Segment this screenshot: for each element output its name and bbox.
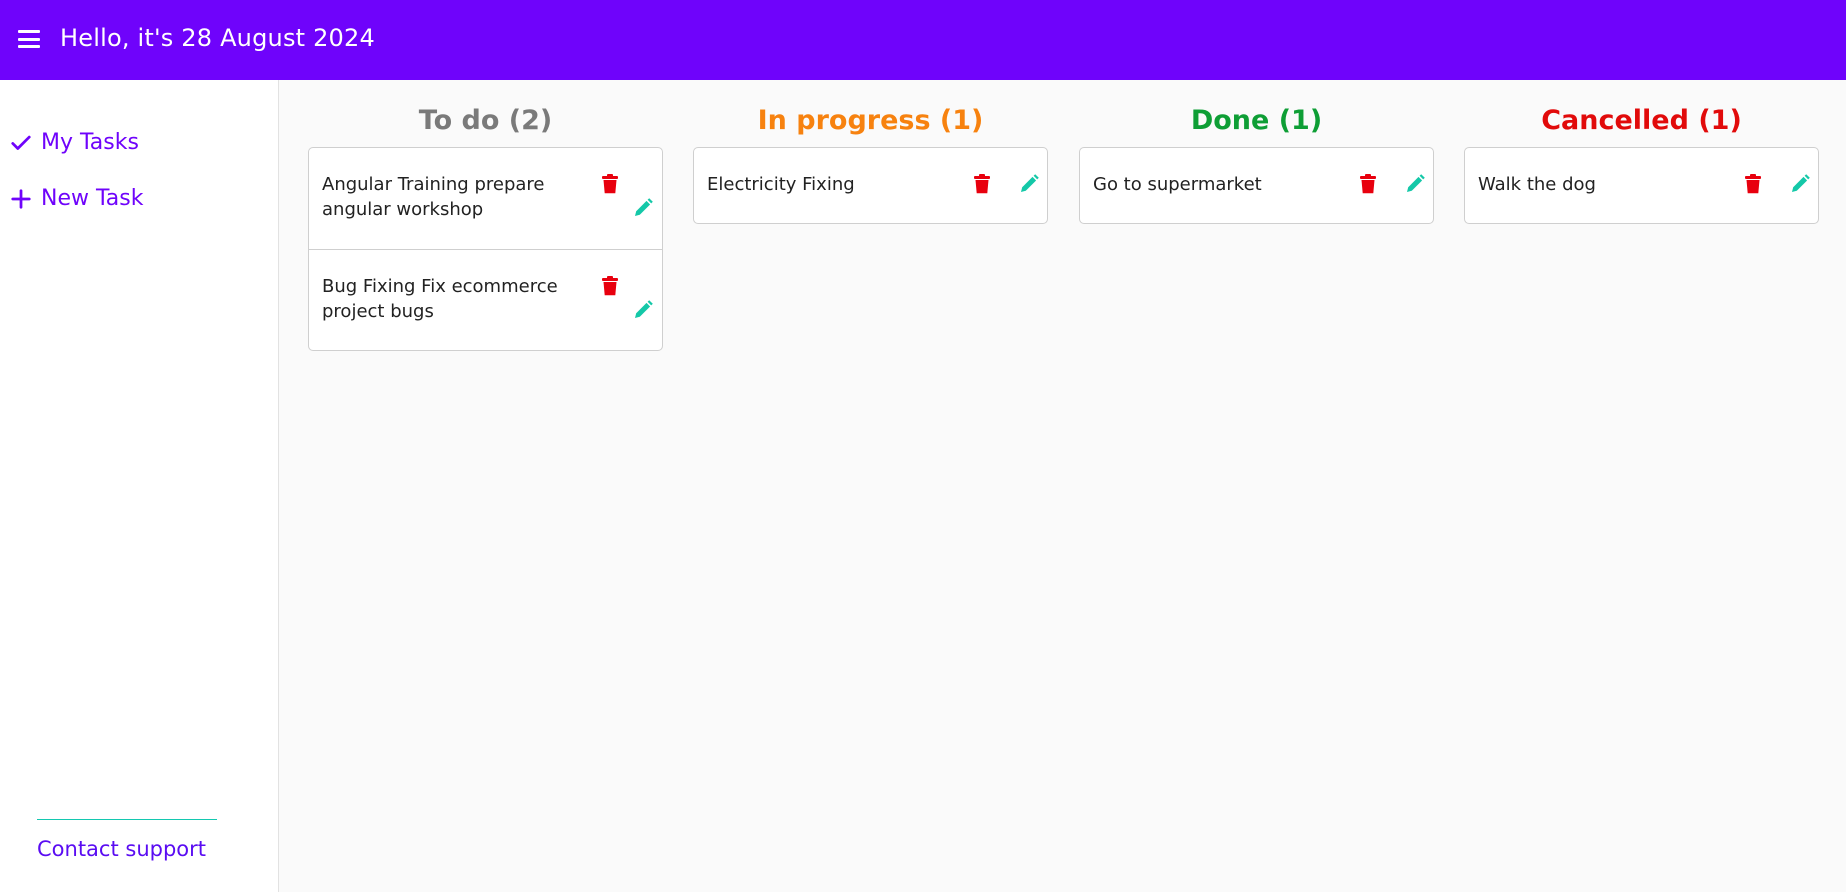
board-column: Done (1) Go to supermarket xyxy=(1079,100,1434,224)
greeting-title: Hello, it's 28 August 2024 xyxy=(60,24,375,52)
task-item[interactable]: Bug Fixing Fix ecommerce project bugs xyxy=(309,249,662,350)
task-list-card: Electricity Fixing xyxy=(693,147,1048,224)
pencil-icon[interactable] xyxy=(1019,174,1039,194)
trash-icon[interactable] xyxy=(1744,174,1762,194)
column-title: In progress (1) xyxy=(757,105,984,136)
divider xyxy=(37,819,217,820)
hamburger-menu-icon[interactable] xyxy=(18,30,40,48)
column-title: To do (2) xyxy=(418,105,553,136)
trash-icon[interactable] xyxy=(1359,174,1377,194)
task-list-card: Walk the dog xyxy=(1464,147,1819,224)
trash-icon[interactable] xyxy=(601,174,619,194)
task-item[interactable]: Angular Training prepare angular worksho… xyxy=(309,148,662,249)
trash-icon[interactable] xyxy=(973,174,991,194)
task-item[interactable]: Electricity Fixing xyxy=(694,148,1047,223)
pencil-icon[interactable] xyxy=(1790,174,1810,194)
task-item[interactable]: Go to supermarket xyxy=(1080,148,1433,223)
task-text: Angular Training prepare angular worksho… xyxy=(322,174,545,220)
column-title: Done (1) xyxy=(1190,105,1323,136)
sidebar: My Tasks New Task Contact support xyxy=(0,80,279,892)
sidebar-item-label: My Tasks xyxy=(41,130,139,155)
task-item[interactable]: Walk the dog xyxy=(1465,148,1818,223)
task-text: Bug Fixing Fix ecommerce project bugs xyxy=(322,276,558,322)
sidebar-item-label: New Task xyxy=(41,186,144,211)
check-icon xyxy=(11,135,31,150)
board-column: To do (2) Angular Training prepare angula… xyxy=(308,100,663,351)
task-list-card: Go to supermarket xyxy=(1079,147,1434,224)
board-column: In progress (1) Electricity Fixing xyxy=(693,100,1048,224)
contact-support-link[interactable]: Contact support xyxy=(37,837,206,861)
trash-icon[interactable] xyxy=(601,276,619,296)
board-column: Cancelled (1) Walk the dog xyxy=(1464,100,1819,224)
pencil-icon[interactable] xyxy=(633,198,653,218)
app-header: Hello, it's 28 August 2024 xyxy=(0,0,1846,80)
pencil-icon[interactable] xyxy=(1405,174,1425,194)
sidebar-item-my-tasks[interactable]: My Tasks xyxy=(10,130,139,155)
pencil-icon[interactable] xyxy=(633,300,653,320)
sidebar-item-new-task[interactable]: New Task xyxy=(10,186,143,211)
plus-icon xyxy=(11,188,31,209)
task-list-card: Angular Training prepare angular worksho… xyxy=(308,147,663,351)
column-title: Cancelled (1) xyxy=(1541,105,1742,136)
